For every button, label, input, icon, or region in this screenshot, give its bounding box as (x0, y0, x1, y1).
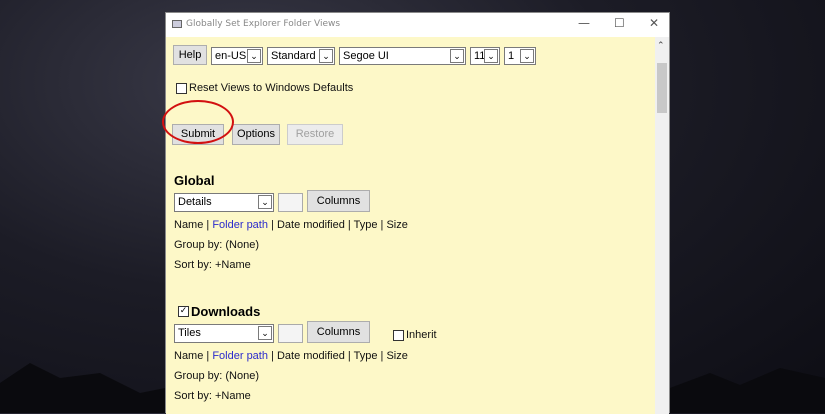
downloads-group-by: Group by: (None) (174, 370, 259, 382)
highlight-circle-annotation (162, 100, 234, 144)
scroll-up-icon[interactable]: ⌃ (657, 41, 665, 51)
chevron-down-icon: ⌄ (258, 326, 272, 340)
global-columns-button[interactable]: Columns (307, 190, 370, 212)
downloads-view-select[interactable]: Tiles ⌄ (174, 324, 274, 343)
separator: | (344, 219, 354, 231)
mode-value: Standard (271, 50, 316, 62)
reset-checkbox[interactable] (176, 83, 187, 94)
scrollbar-thumb[interactable] (657, 63, 667, 113)
chevron-down-icon: ⌄ (258, 195, 272, 209)
maximize-icon[interactable]: ☐ (614, 16, 625, 30)
options-button[interactable]: Options (232, 124, 280, 145)
col-date: Date modified (276, 350, 345, 362)
inherit-label: Inherit (406, 329, 437, 341)
title-bar: Globally Set Explorer Folder Views — ☐ ✕ (166, 13, 669, 37)
chevron-down-icon: ⌄ (319, 49, 333, 63)
help-button[interactable]: Help (173, 45, 207, 65)
font-size-select[interactable]: 11 ⌄ (470, 47, 500, 65)
separator: | (267, 350, 277, 362)
separator: | (267, 219, 277, 231)
downloads-columns-list: Name | Folder path | Date modified | Typ… (174, 350, 408, 362)
col-date: Date modified (276, 219, 345, 231)
section-title-downloads: Downloads (191, 304, 261, 319)
app-window: Globally Set Explorer Folder Views — ☐ ✕… (165, 12, 670, 414)
window-title: Globally Set Explorer Folder Views (186, 19, 341, 29)
downloads-view-value: Tiles (178, 327, 201, 339)
reset-label: Reset Views to Windows Defaults (189, 82, 354, 94)
chevron-down-icon: ⌄ (450, 49, 464, 63)
font-select[interactable]: Segoe UI ⌄ (339, 47, 466, 65)
spacing-value: 1 (508, 50, 515, 62)
col-size: Size (386, 350, 408, 362)
global-value-box[interactable] (278, 193, 303, 212)
chevron-down-icon: ⌄ (484, 49, 498, 63)
col-size: Size (386, 219, 408, 231)
col-folder-path-link[interactable]: Folder path (212, 350, 268, 362)
language-value: en-US (215, 50, 247, 62)
inherit-checkbox[interactable] (393, 330, 404, 341)
global-columns-list: Name | Folder path | Date modified | Typ… (174, 219, 408, 231)
restore-button[interactable]: Restore (287, 124, 343, 145)
col-folder-path-link[interactable]: Folder path (212, 219, 268, 231)
downloads-checkbox[interactable]: ✓ (178, 306, 189, 317)
main-panel: Help en-US ⌄ Standard ⌄ Segoe UI ⌄ 11 ⌄ 1 ⌄ R… (166, 37, 656, 414)
mode-select[interactable]: Standard ⌄ (267, 47, 335, 65)
section-title-global: Global (174, 173, 215, 188)
global-view-select[interactable]: Details ⌄ (174, 193, 274, 212)
global-group-by: Group by: (None) (174, 239, 259, 251)
downloads-value-box[interactable] (278, 324, 303, 343)
col-name: Name (174, 219, 204, 231)
global-view-value: Details (178, 196, 212, 208)
minimize-icon[interactable]: — (578, 16, 590, 30)
app-icon (172, 20, 182, 28)
chevron-down-icon: ⌄ (520, 49, 534, 63)
downloads-columns-button[interactable]: Columns (307, 321, 370, 343)
spacing-select[interactable]: 1 ⌄ (504, 47, 536, 65)
col-type: Type (353, 350, 378, 362)
vertical-scrollbar[interactable]: ⌃ (655, 37, 669, 414)
separator: | (203, 219, 213, 231)
col-type: Type (353, 219, 378, 231)
downloads-sort-by: Sort by: +Name (174, 390, 251, 402)
col-name: Name (174, 350, 204, 362)
separator: | (203, 350, 213, 362)
chevron-down-icon: ⌄ (247, 49, 261, 63)
separator: | (344, 350, 354, 362)
global-sort-by: Sort by: +Name (174, 259, 251, 271)
font-value: Segoe UI (343, 50, 389, 62)
close-icon[interactable]: ✕ (649, 16, 659, 30)
language-select[interactable]: en-US ⌄ (211, 47, 263, 65)
